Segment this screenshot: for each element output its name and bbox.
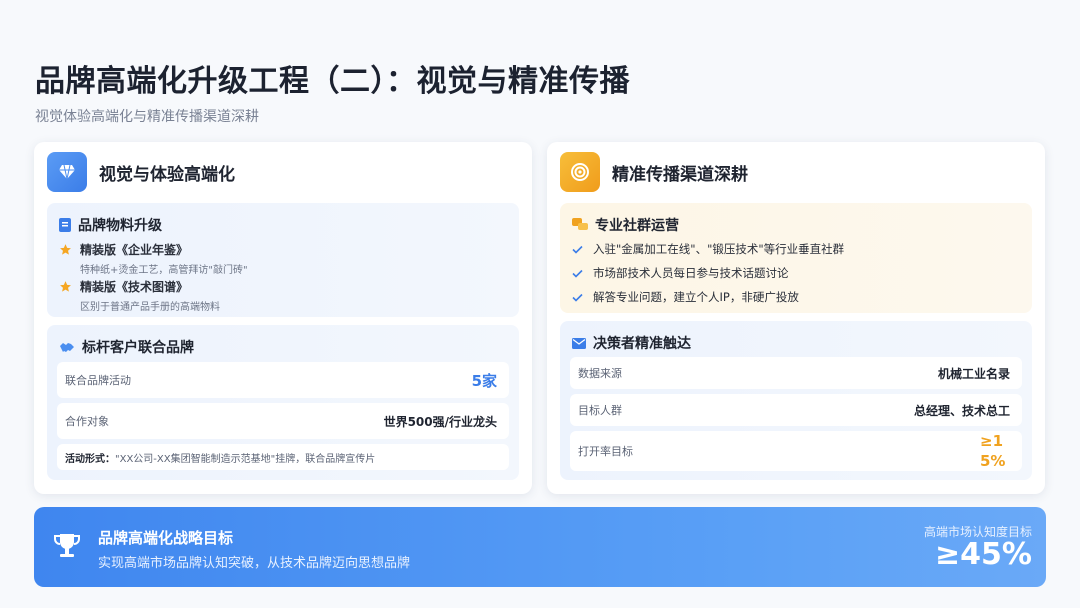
check-icon [572,269,583,278]
visual-experience-card: 视觉与体验高端化 品牌物料升级 精装版《企业年鉴》 特种纸+烫金工艺，高管拜访"… [34,142,532,494]
page-title: 品牌高端化升级工程（二）：视觉与精准传播 [35,64,630,99]
banner-subtitle: 实现高端市场品牌认知突破，从技术品牌迈向思想品牌 [98,556,411,571]
star-icon [60,244,71,255]
reach-panel: 决策者精准触达 数据来源 机械工业名录 目标人群 总经理、技术总工 打开率目标 … [560,321,1032,480]
book-icon [59,218,71,232]
card-title: 视觉与体验高端化 [99,164,235,185]
card-header: 视觉与体验高端化 [47,152,235,192]
check-icon [572,293,583,302]
strategy-goal-banner: 品牌高端化战略目标 实现高端市场品牌认知突破，从技术品牌迈向思想品牌 高端市场认… [34,507,1046,587]
trophy-icon [54,534,80,557]
handshake-icon [60,343,74,352]
metric-value: ≥45% [935,537,1032,572]
target-icon [560,152,600,192]
list-item: 市场部技术人员每日参与技术话题讨论 [572,265,789,281]
cobrand-panel: 标杆客户联合品牌 联合品牌活动 5家 合作对象 世界500强/行业龙头 活动形式… [47,325,519,480]
activity-note: 活动形式："XX公司-XX集团智能制造示范基地"挂牌，联合品牌宣传片 [57,444,509,470]
banner-title: 品牌高端化战略目标 [98,529,234,547]
list-item: 精装版《技术图谱》 区别于普通产品手册的高端物料 [59,278,220,313]
table-row: 数据来源 机械工业名录 [570,357,1022,389]
list-item: 解答专业问题，建立个人IP，非硬广投放 [572,289,799,305]
list-item: 精装版《企业年鉴》 特种纸+烫金工艺，高管拜访"敲门砖" [59,241,248,276]
chat-icon [572,218,588,230]
card-title: 精准传播渠道深耕 [612,164,748,185]
reach-title: 决策者精准触达 [572,333,691,353]
community-panel: 专业社群运营 入驻"金属加工在线"、"锻压技术"等行业垂直社群 市场部技术人员每… [560,203,1032,313]
mail-icon [572,337,586,349]
community-title: 专业社群运营 [572,215,679,235]
diamond-icon [47,152,87,192]
check-icon [572,245,583,254]
precision-channel-card: 精准传播渠道深耕 专业社群运营 入驻"金属加工在线"、"锻压技术"等行业垂直社群… [547,142,1045,494]
table-row: 合作对象 世界500强/行业龙头 [57,403,509,439]
cobrand-title: 标杆客户联合品牌 [59,337,194,357]
table-row: 打开率目标 ≥15% [570,431,1022,471]
materials-panel: 品牌物料升级 精装版《企业年鉴》 特种纸+烫金工艺，高管拜访"敲门砖" 精装版《… [47,203,519,317]
star-icon [60,281,71,292]
card-header: 精准传播渠道深耕 [560,152,748,192]
page-subtitle: 视觉体验高端化与精准传播渠道深耕 [35,109,259,125]
materials-title: 品牌物料升级 [59,215,162,235]
table-row: 联合品牌活动 5家 [57,362,509,398]
table-row: 目标人群 总经理、技术总工 [570,394,1022,426]
list-item: 入驻"金属加工在线"、"锻压技术"等行业垂直社群 [572,241,844,257]
